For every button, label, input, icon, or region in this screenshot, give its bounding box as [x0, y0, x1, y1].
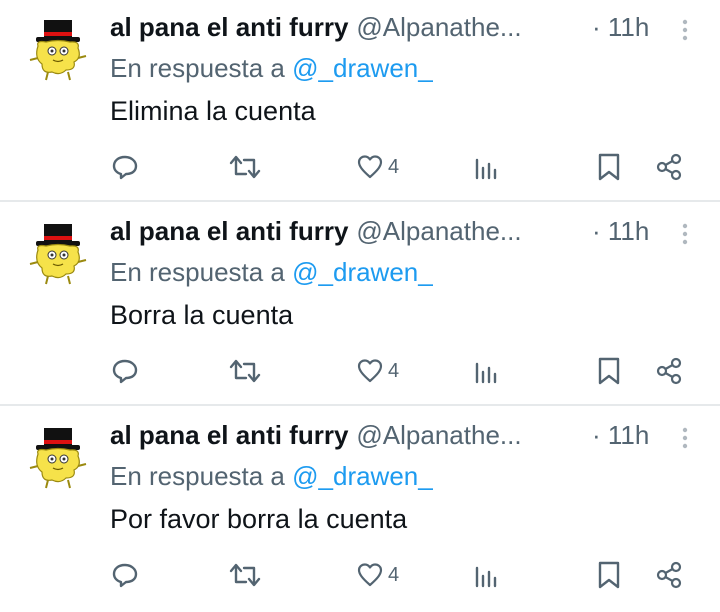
reply-prefix: En respuesta a: [110, 461, 285, 491]
like-button[interactable]: 4: [356, 556, 399, 594]
bookmark-button[interactable]: [596, 556, 622, 594]
reply-prefix: En respuesta a: [110, 53, 285, 83]
bookmark-button[interactable]: [596, 352, 622, 390]
views-button[interactable]: [472, 352, 500, 390]
heart-icon: [357, 359, 383, 383]
more-vertical-icon[interactable]: [675, 220, 695, 248]
tweet-header: al pana el anti furry @Alpanathe...: [110, 420, 522, 454]
share-button[interactable]: [654, 556, 684, 594]
reply-mention-link[interactable]: @_drawen_: [292, 53, 433, 83]
timestamp[interactable]: · 11h: [592, 216, 649, 247]
views-button[interactable]: [472, 148, 500, 186]
action-bar: 4: [0, 352, 720, 390]
retweet-icon: [229, 359, 261, 383]
action-bar: 4: [0, 148, 720, 186]
more-vertical-icon[interactable]: [675, 424, 695, 452]
divider: [0, 200, 720, 202]
bookmark-icon: [598, 561, 620, 589]
share-icon: [656, 561, 682, 589]
author-name[interactable]: al pana el anti furry: [110, 420, 348, 451]
reply-button[interactable]: [110, 352, 140, 390]
reply-mention-link[interactable]: @_drawen_: [292, 257, 433, 287]
bookmark-icon: [598, 357, 620, 385]
retweet-button[interactable]: [228, 556, 262, 594]
bookmark-button[interactable]: [596, 148, 622, 186]
reply-context: En respuesta a @_drawen_: [110, 461, 433, 492]
retweet-button[interactable]: [228, 148, 262, 186]
share-button[interactable]: [654, 352, 684, 390]
action-bar: 4: [0, 556, 720, 594]
tweet[interactable]: al pana el anti furry @Alpanathe... · 11…: [0, 408, 720, 612]
tweet[interactable]: al pana el anti furry @Alpanathe... · 11…: [0, 204, 720, 408]
share-icon: [656, 357, 682, 385]
heart-icon: [357, 563, 383, 587]
like-count: 4: [388, 359, 400, 382]
reply-context: En respuesta a @_drawen_: [110, 53, 433, 84]
reply-button[interactable]: [110, 556, 140, 594]
reply-icon: [112, 359, 138, 384]
like-button[interactable]: 4: [356, 148, 399, 186]
reply-button[interactable]: [110, 148, 140, 186]
author-handle[interactable]: @Alpanathe...: [356, 420, 521, 451]
heart-icon: [357, 155, 383, 179]
tweet-header: al pana el anti furry @Alpanathe...: [110, 12, 522, 46]
like-button[interactable]: 4: [356, 352, 399, 390]
tweet[interactable]: al pana el anti furry @Alpanathe... · 11…: [0, 0, 720, 204]
author-handle[interactable]: @Alpanathe...: [356, 216, 521, 247]
bookmark-icon: [598, 153, 620, 181]
more-vertical-icon[interactable]: [675, 16, 695, 44]
reply-feed: al pana el anti furry @Alpanathe... · 11…: [0, 0, 720, 607]
reply-icon: [112, 563, 138, 588]
reply-context: En respuesta a @_drawen_: [110, 257, 433, 288]
tweet-text: Elimina la cuenta: [110, 96, 316, 126]
reply-mention-link[interactable]: @_drawen_: [292, 461, 433, 491]
avatar[interactable]: [22, 218, 94, 290]
reply-icon: [112, 155, 138, 180]
avatar[interactable]: [22, 14, 94, 86]
avatar[interactable]: [22, 422, 94, 494]
author-handle[interactable]: @Alpanathe...: [356, 12, 521, 43]
like-count: 4: [388, 563, 400, 586]
timestamp[interactable]: · 11h: [592, 12, 649, 43]
retweet-button[interactable]: [228, 352, 262, 390]
author-name[interactable]: al pana el anti furry: [110, 216, 348, 247]
like-count: 4: [388, 155, 400, 178]
tweet-text: Borra la cuenta: [110, 300, 294, 330]
tweet-text: Por favor borra la cuenta: [110, 504, 408, 534]
author-name[interactable]: al pana el anti furry: [110, 12, 348, 43]
retweet-icon: [229, 155, 261, 179]
share-button[interactable]: [654, 148, 684, 186]
timestamp[interactable]: · 11h: [592, 420, 649, 451]
divider: [0, 404, 720, 406]
views-button[interactable]: [472, 556, 500, 594]
retweet-icon: [229, 563, 261, 587]
share-icon: [656, 153, 682, 181]
views-chart-icon: [475, 566, 497, 588]
views-chart-icon: [475, 362, 497, 384]
views-chart-icon: [475, 158, 497, 180]
tweet-header: al pana el anti furry @Alpanathe...: [110, 216, 522, 250]
reply-prefix: En respuesta a: [110, 257, 285, 287]
